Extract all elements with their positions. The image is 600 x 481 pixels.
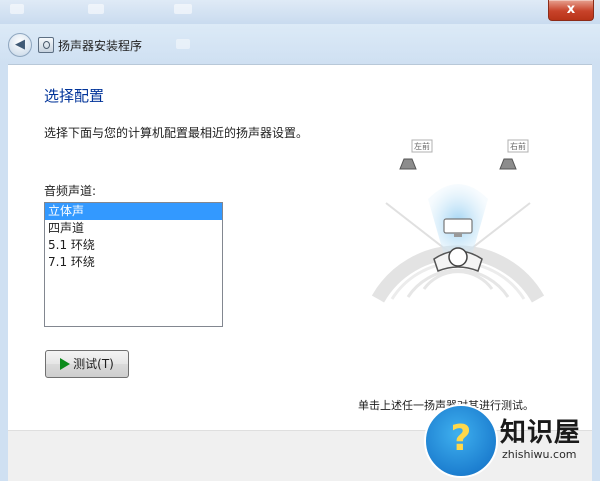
list-item[interactable]: 立体声 [45, 203, 222, 220]
audio-channel-label: 音频声道: [44, 184, 97, 198]
speaker-left-label: 左前 [414, 141, 430, 151]
title-bar-ghost-icon [88, 4, 104, 14]
list-item[interactable]: 四声道 [45, 220, 222, 237]
page-description: 选择下面与您的计算机配置最相近的扬声器设置。 [44, 126, 309, 140]
question-badge-icon: ? [424, 404, 498, 478]
back-button[interactable]: ◀ [8, 33, 32, 57]
speaker-diagram: 左前 右前 [372, 139, 544, 303]
navigation-ghost [176, 39, 190, 49]
speaker-setup-icon [38, 37, 54, 53]
title-bar-ghost-icon [10, 4, 24, 14]
watermark-title: 知识屋 [500, 418, 582, 448]
list-item[interactable]: 7.1 环绕 [45, 254, 222, 271]
speaker-right-label: 右前 [510, 141, 526, 151]
watermark-url: zhishiwu.com [502, 448, 577, 461]
front-left-speaker-icon[interactable] [399, 158, 417, 170]
page-title: 选择配置 [44, 87, 105, 105]
title-bar-ghost-icon [174, 4, 192, 14]
watermark: ? 知识屋 zhishiwu.com [424, 404, 596, 478]
sound-field-ring [406, 268, 510, 298]
test-button[interactable]: 测试(T) [45, 350, 129, 378]
play-icon [60, 358, 71, 370]
audio-channel-list[interactable]: 立体声 四声道 5.1 环绕 7.1 环绕 [44, 202, 223, 327]
listener-head-icon [448, 247, 468, 267]
monitor-icon [443, 218, 473, 234]
window-title: 扬声器安装程序 [58, 39, 143, 53]
title-bar: x [0, 0, 600, 24]
close-button[interactable]: x [548, 0, 594, 21]
test-button-label: 测试(T) [73, 357, 114, 371]
navigation-bar: ◀ 扬声器安装程序 [0, 24, 600, 64]
monitor-stand [454, 233, 462, 237]
list-item[interactable]: 5.1 环绕 [45, 237, 222, 254]
front-right-speaker-icon[interactable] [499, 158, 517, 170]
wizard-content: 选择配置 选择下面与您的计算机配置最相近的扬声器设置。 音频声道: 立体声 四声… [8, 64, 592, 431]
